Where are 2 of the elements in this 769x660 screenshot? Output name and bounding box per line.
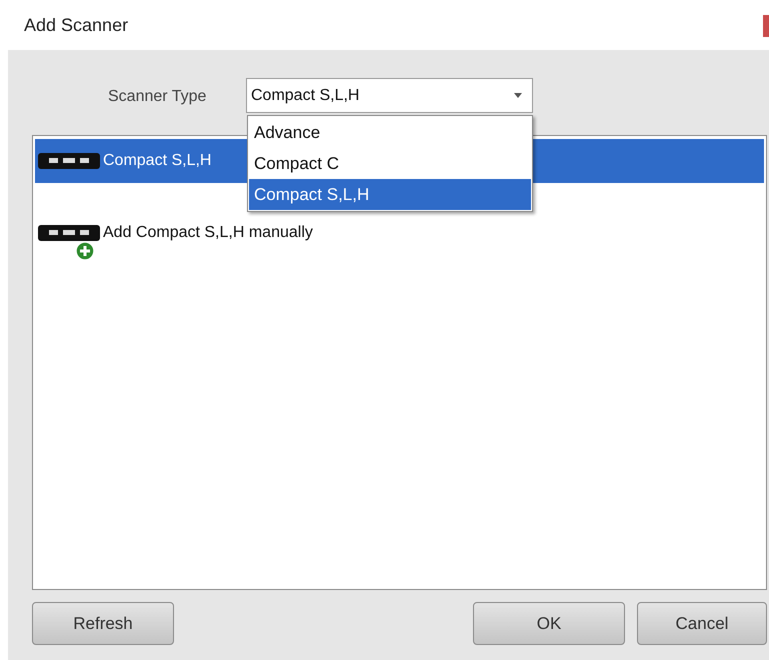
- scanner-type-label: Scanner Type: [108, 87, 208, 107]
- window-title: Add Scanner: [24, 14, 128, 36]
